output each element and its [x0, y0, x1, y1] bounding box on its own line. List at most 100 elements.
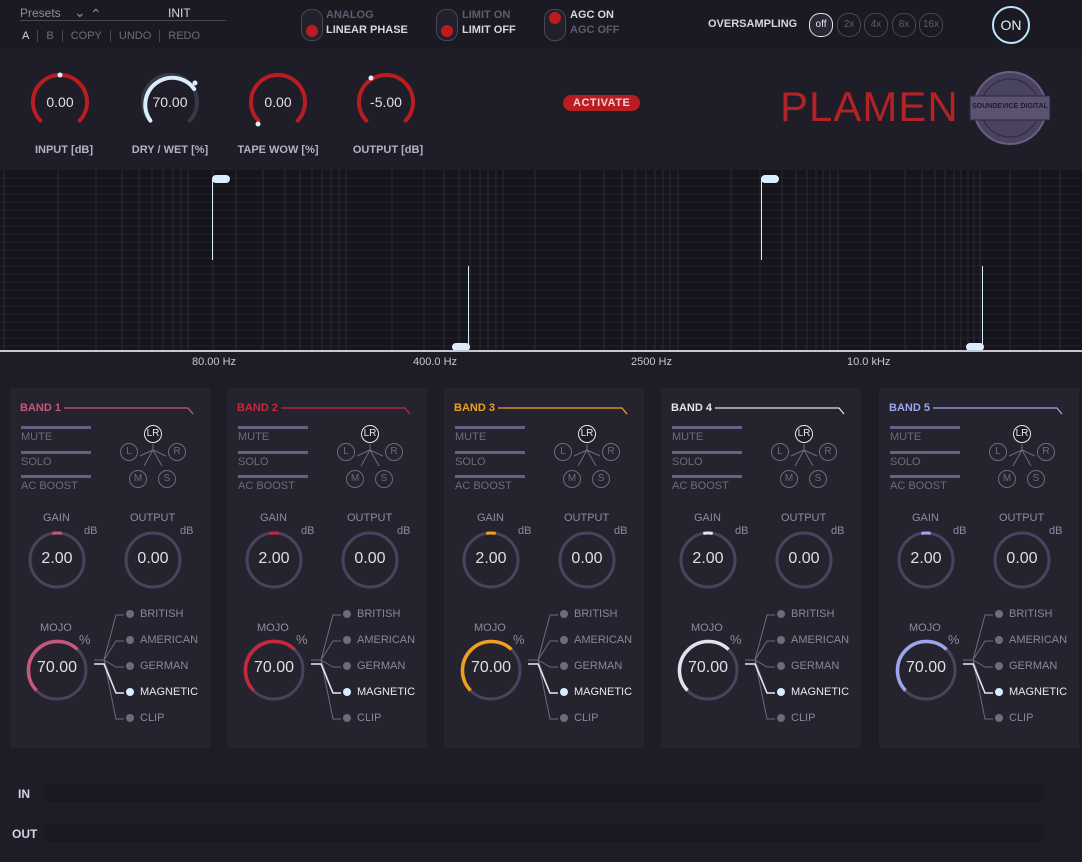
- mute-label[interactable]: MUTE: [21, 431, 52, 443]
- solo-label[interactable]: SOLO: [238, 456, 269, 468]
- oversampling-4x-button[interactable]: 4x: [864, 13, 888, 37]
- limit-off-label[interactable]: LIMIT OFF: [462, 23, 516, 38]
- mojo-option-dot[interactable]: [343, 636, 351, 644]
- oversampling-8x-button[interactable]: 8x: [892, 13, 916, 37]
- mojo-option-clip[interactable]: CLIP: [574, 712, 598, 724]
- solo-bar[interactable]: [890, 451, 960, 454]
- mojo-option-dot[interactable]: [343, 688, 351, 696]
- oversampling-2x-button[interactable]: 2x: [837, 13, 861, 37]
- mojo-option-british[interactable]: BRITISH: [574, 608, 617, 620]
- mojo-option-magnetic[interactable]: MAGNETIC: [140, 686, 198, 698]
- solo-bar[interactable]: [238, 451, 308, 454]
- mojo-option-dot[interactable]: [126, 688, 134, 696]
- routing-s-button[interactable]: S: [592, 470, 610, 488]
- mojo-option-dot[interactable]: [995, 714, 1003, 722]
- solo-label[interactable]: SOLO: [21, 456, 52, 468]
- routing-l-button[interactable]: L: [120, 443, 138, 461]
- mojo-option-dot[interactable]: [343, 662, 351, 670]
- agc-toggle[interactable]: [544, 9, 566, 41]
- mojo-option-british[interactable]: BRITISH: [357, 608, 400, 620]
- routing-r-button[interactable]: R: [819, 443, 837, 461]
- routing-lr-button[interactable]: LR: [795, 425, 813, 443]
- mojo-option-american[interactable]: AMERICAN: [357, 634, 415, 646]
- mojo-option-dot[interactable]: [126, 662, 134, 670]
- mojo-option-dot[interactable]: [343, 610, 351, 618]
- solo-label[interactable]: SOLO: [890, 456, 921, 468]
- mojo-option-clip[interactable]: CLIP: [357, 712, 381, 724]
- oversampling-off-button[interactable]: off: [809, 13, 833, 37]
- preset-redo-button[interactable]: REDO: [159, 30, 208, 42]
- mojo-option-dot[interactable]: [560, 714, 568, 722]
- acboost-bar[interactable]: [890, 475, 960, 478]
- band-split-1-handle[interactable]: [212, 175, 230, 183]
- acboost-label[interactable]: AC BOOST: [672, 480, 729, 492]
- acboost-label[interactable]: AC BOOST: [455, 480, 512, 492]
- mojo-option-dot[interactable]: [777, 610, 785, 618]
- routing-s-button[interactable]: S: [158, 470, 176, 488]
- acboost-bar[interactable]: [21, 475, 91, 478]
- preset-name[interactable]: INIT: [168, 6, 191, 20]
- phase-linear-label[interactable]: LINEAR PHASE: [326, 23, 408, 38]
- preset-prev-icon[interactable]: ⌄: [74, 4, 86, 21]
- acboost-label[interactable]: AC BOOST: [890, 480, 947, 492]
- routing-r-button[interactable]: R: [385, 443, 403, 461]
- mute-label[interactable]: MUTE: [238, 431, 269, 443]
- routing-m-button[interactable]: M: [563, 470, 581, 488]
- mojo-option-dot[interactable]: [995, 636, 1003, 644]
- mojo-option-dot[interactable]: [560, 662, 568, 670]
- routing-lr-button[interactable]: LR: [1013, 425, 1031, 443]
- solo-bar[interactable]: [672, 451, 742, 454]
- mojo-option-dot[interactable]: [777, 636, 785, 644]
- mojo-option-dot[interactable]: [995, 688, 1003, 696]
- acboost-label[interactable]: AC BOOST: [21, 480, 78, 492]
- mojo-option-german[interactable]: GERMAN: [791, 660, 839, 672]
- routing-s-button[interactable]: S: [375, 470, 393, 488]
- solo-label[interactable]: SOLO: [672, 456, 703, 468]
- routing-lr-button[interactable]: LR: [578, 425, 596, 443]
- phase-analog-label[interactable]: ANALOG: [326, 8, 408, 23]
- mojo-option-british[interactable]: BRITISH: [1009, 608, 1052, 620]
- acboost-label[interactable]: AC BOOST: [238, 480, 295, 492]
- frequency-graph[interactable]: [0, 170, 1082, 352]
- mojo-option-american[interactable]: AMERICAN: [140, 634, 198, 646]
- preset-a-button[interactable]: A: [14, 30, 37, 42]
- acboost-bar[interactable]: [238, 475, 308, 478]
- preset-copy-button[interactable]: COPY: [61, 30, 110, 42]
- agc-on-label[interactable]: AGC ON: [570, 8, 620, 23]
- routing-l-button[interactable]: L: [554, 443, 572, 461]
- mojo-option-dot[interactable]: [777, 714, 785, 722]
- mute-label[interactable]: MUTE: [455, 431, 486, 443]
- mute-label[interactable]: MUTE: [890, 431, 921, 443]
- routing-l-button[interactable]: L: [337, 443, 355, 461]
- routing-lr-button[interactable]: LR: [144, 425, 162, 443]
- mojo-option-dot[interactable]: [343, 714, 351, 722]
- mojo-option-dot[interactable]: [995, 610, 1003, 618]
- preset-b-button[interactable]: B: [37, 30, 61, 42]
- routing-s-button[interactable]: S: [1027, 470, 1045, 488]
- mute-bar[interactable]: [672, 426, 742, 429]
- acboost-bar[interactable]: [672, 475, 742, 478]
- mojo-option-german[interactable]: GERMAN: [1009, 660, 1057, 672]
- mojo-option-dot[interactable]: [777, 662, 785, 670]
- mojo-option-american[interactable]: AMERICAN: [791, 634, 849, 646]
- solo-bar[interactable]: [455, 451, 525, 454]
- oversampling-16x-button[interactable]: 16x: [919, 13, 943, 37]
- mojo-option-german[interactable]: GERMAN: [574, 660, 622, 672]
- routing-r-button[interactable]: R: [168, 443, 186, 461]
- mojo-option-dot[interactable]: [560, 610, 568, 618]
- mute-bar[interactable]: [455, 426, 525, 429]
- mute-bar[interactable]: [21, 426, 91, 429]
- routing-l-button[interactable]: L: [771, 443, 789, 461]
- mojo-option-dot[interactable]: [995, 662, 1003, 670]
- routing-s-button[interactable]: S: [809, 470, 827, 488]
- mojo-option-british[interactable]: BRITISH: [140, 608, 183, 620]
- mojo-option-british[interactable]: BRITISH: [791, 608, 834, 620]
- routing-m-button[interactable]: M: [780, 470, 798, 488]
- mojo-option-dot[interactable]: [126, 636, 134, 644]
- limit-on-label[interactable]: LIMIT ON: [462, 8, 516, 23]
- mojo-option-dot[interactable]: [560, 636, 568, 644]
- acboost-bar[interactable]: [455, 475, 525, 478]
- band-split-3-handle[interactable]: [761, 175, 779, 183]
- routing-m-button[interactable]: M: [998, 470, 1016, 488]
- mojo-option-german[interactable]: GERMAN: [140, 660, 188, 672]
